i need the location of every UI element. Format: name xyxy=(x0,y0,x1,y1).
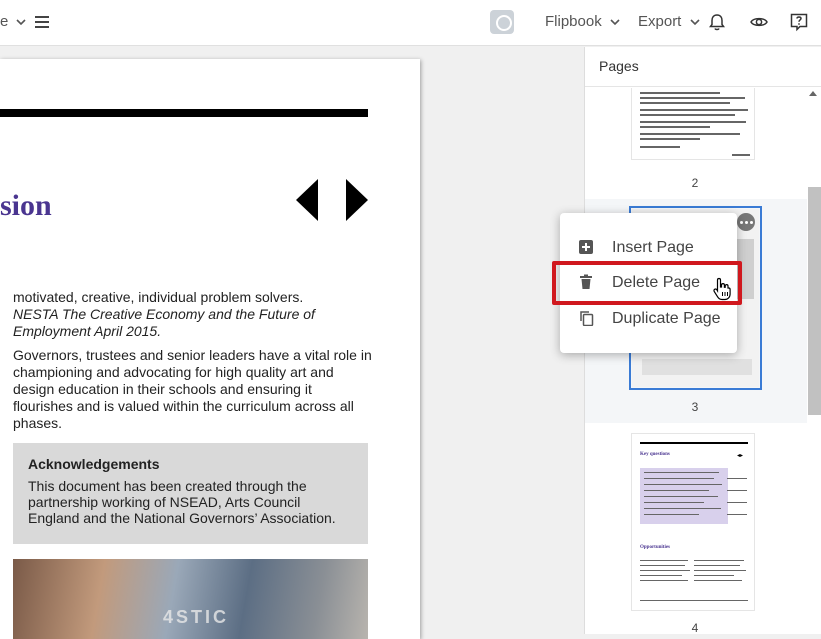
page-thumb-row-4[interactable]: Key questions ◂▸ Opportunities 4 xyxy=(585,425,807,635)
export-dropdown[interactable]: Export xyxy=(638,13,700,30)
body-paragraph-1: motivated, creative, individual problem … xyxy=(13,289,373,340)
page-thumbnail-4[interactable]: Key questions ◂▸ Opportunities xyxy=(631,433,755,611)
top-toolbar: e Flipbook Export xyxy=(0,0,821,46)
document-page: sion motivated, creative, individual pro… xyxy=(0,59,420,639)
thumb-heading: Opportunities xyxy=(640,545,671,550)
help-icon[interactable] xyxy=(789,12,809,32)
page-title: sion xyxy=(0,189,52,222)
chevron-down-icon xyxy=(610,19,620,26)
ack-text: This document has been created through t… xyxy=(28,478,336,526)
thumb-heading: Key questions xyxy=(640,452,670,457)
app-logo-icon xyxy=(490,10,514,34)
left-dropdown-label: e xyxy=(0,13,9,30)
thumb-arrows-icon: ◂▸ xyxy=(737,453,744,459)
flipbook-dropdown[interactable]: Flipbook xyxy=(545,13,620,30)
page-number: 4 xyxy=(691,621,699,635)
eye-icon[interactable] xyxy=(749,12,769,32)
body-line: motivated, creative, individual problem … xyxy=(13,289,304,305)
page-options-button[interactable] xyxy=(737,213,755,231)
flipbook-label: Flipbook xyxy=(545,13,602,30)
page-rule xyxy=(0,109,368,117)
plus-square-icon xyxy=(579,240,593,254)
photo-caption-text: 4STIC xyxy=(163,607,230,627)
menu-item-label: Insert Page xyxy=(612,239,694,256)
hamburger-menu-icon[interactable] xyxy=(34,14,50,30)
menu-item-duplicate-page[interactable]: Duplicate Page xyxy=(560,301,737,335)
page-nav-arrows-icon xyxy=(296,179,368,221)
panel-scrollbar[interactable] xyxy=(808,187,821,415)
page-thumb-row-2[interactable]: 2 xyxy=(585,88,807,198)
export-label: Export xyxy=(638,13,682,30)
panel-title: Pages xyxy=(585,47,821,87)
bell-icon[interactable] xyxy=(707,12,727,32)
chevron-down-icon xyxy=(689,19,700,26)
hand-cursor-icon xyxy=(713,277,731,301)
menu-item-label: Duplicate Page xyxy=(612,310,721,327)
left-dropdown[interactable]: e xyxy=(0,13,26,30)
copy-icon xyxy=(580,311,594,326)
page-number: 3 xyxy=(691,400,699,414)
citation: NESTA The Creative Economy and the Futur… xyxy=(13,306,315,339)
document-canvas[interactable]: sion motivated, creative, individual pro… xyxy=(0,47,584,639)
menu-item-insert-page[interactable]: Insert Page xyxy=(560,230,737,264)
page-number: 2 xyxy=(691,176,699,190)
scroll-up-arrow-icon[interactable] xyxy=(809,91,817,96)
ack-title: Acknowledgements xyxy=(28,456,160,472)
body-paragraph-2: Governors, trustees and senior leaders h… xyxy=(13,347,372,431)
acknowledgements-box: Acknowledgements This document has been … xyxy=(13,443,368,544)
page-thumbnail-2[interactable] xyxy=(631,88,755,160)
chevron-down-icon xyxy=(15,19,26,26)
